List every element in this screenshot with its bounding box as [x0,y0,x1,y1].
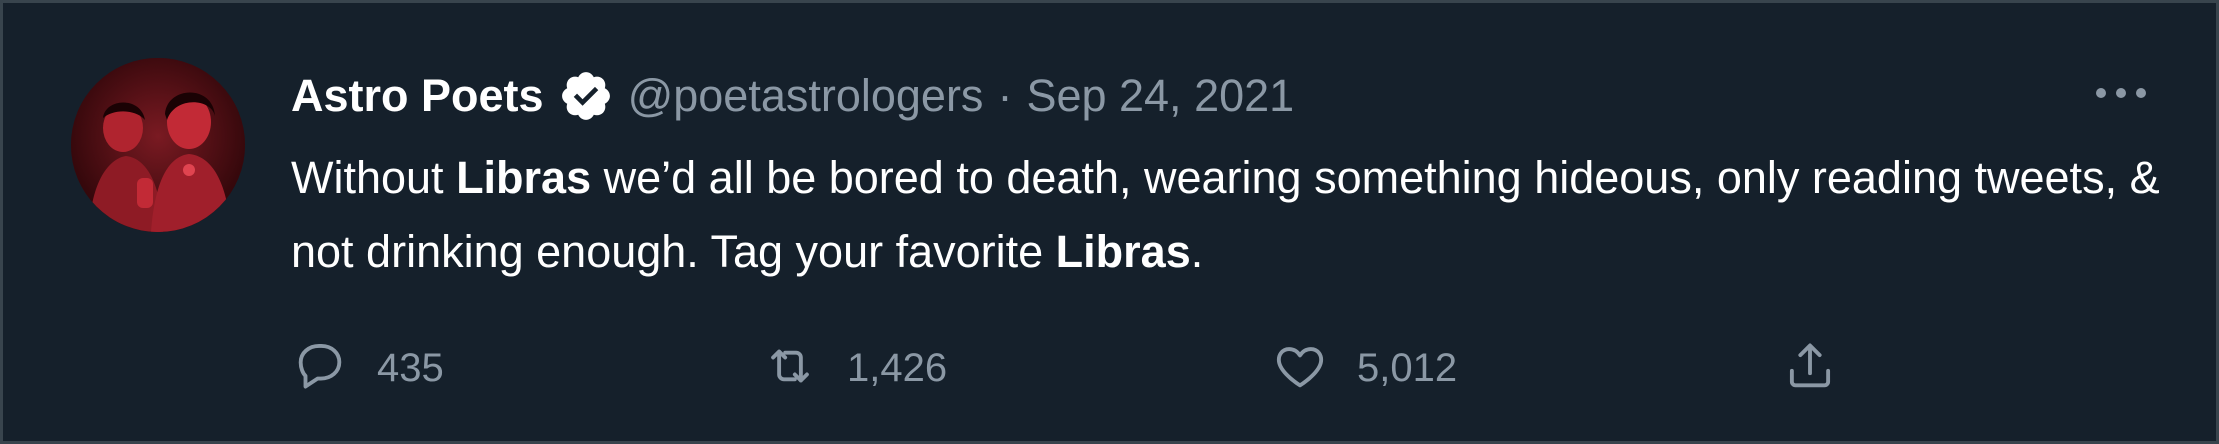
reply-icon [291,337,349,400]
avatar[interactable] [71,58,245,232]
display-name[interactable]: Astro Poets [291,70,544,122]
heart-icon [1271,337,1329,400]
tweet-text-part: Without [291,152,457,203]
verified-badge-icon [558,68,614,124]
tweet-date[interactable]: Sep 24, 2021 [1026,70,1294,122]
more-options-icon[interactable] [2091,73,2151,113]
avatar-photo [71,58,245,232]
tweet-header: Astro Poets @poetastrologers · Sep 24, 2… [291,61,1294,131]
hashtag-libras: Libras [456,152,592,203]
header-separator: · [997,70,1013,121]
reply-count: 435 [377,345,444,390]
user-handle[interactable]: @poetastrologers [628,70,984,122]
tweet-actions: 435 1,426 5,012 [291,333,2171,403]
retweet-button[interactable]: 1,426 [761,333,947,403]
tweet-card[interactable]: Astro Poets @poetastrologers · Sep 24, 2… [0,0,2219,444]
tweet-text-part: . [1190,226,1204,277]
tweet-text: Without Libras we’d all be bored to deat… [291,141,2171,289]
share-icon [1781,337,1839,400]
hashtag-libras: Libras [1055,226,1191,277]
reply-button[interactable]: 435 [291,333,444,403]
retweet-icon [761,337,819,400]
like-count: 5,012 [1357,345,1458,390]
retweet-count: 1,426 [847,345,948,390]
like-button[interactable]: 5,012 [1271,333,1457,403]
share-button[interactable] [1781,333,1839,403]
